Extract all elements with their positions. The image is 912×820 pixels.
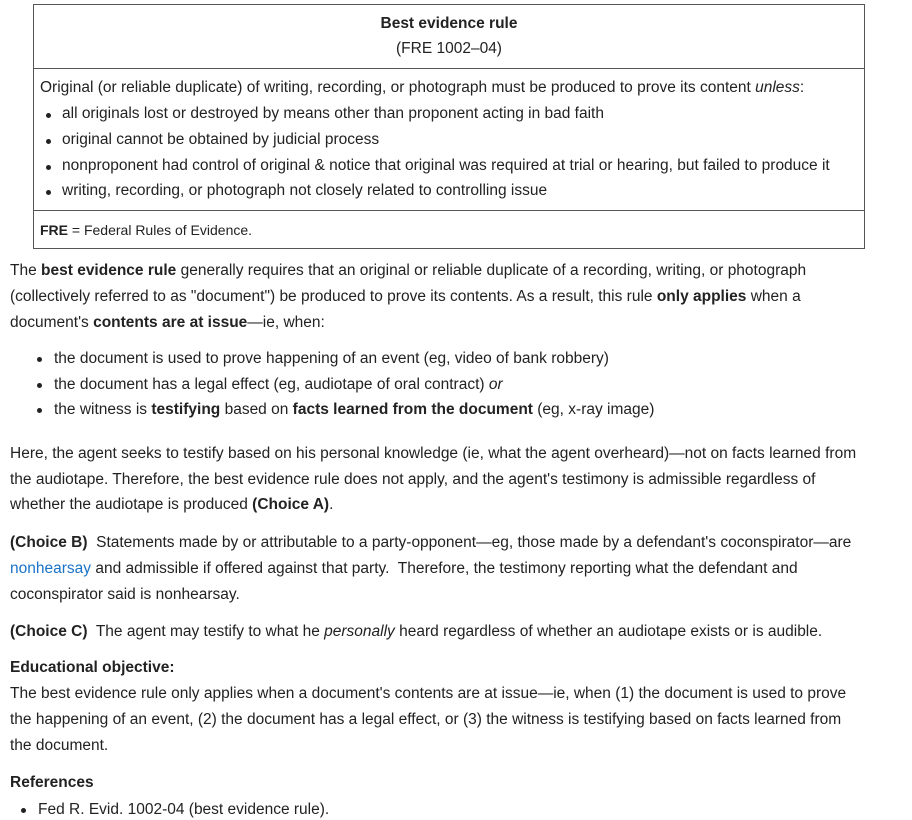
footnote-abbr: FRE <box>40 222 68 238</box>
summary-table: Best evidence rule (FRE 1002–04) Origina… <box>33 4 865 249</box>
bullet-icon <box>46 165 51 170</box>
choice-c-label: (Choice C) <box>10 623 88 640</box>
objective-heading: Educational objective: <box>10 659 175 676</box>
table-subtitle: (FRE 1002–04) <box>396 40 502 57</box>
table-body: Original (or reliable duplicate) of writ… <box>34 69 864 211</box>
references-heading: References <box>10 774 94 791</box>
table-item: original cannot be obtained by judicial … <box>62 131 380 148</box>
table-item: nonproponent had control of original & n… <box>62 157 830 174</box>
table-item: writing, recording, or photograph not cl… <box>62 182 548 199</box>
table-footnote: FRE = Federal Rules of Evidence. <box>34 211 864 248</box>
bullet-icon <box>37 383 42 388</box>
table-item: all originals lost or destroyed by means… <box>62 105 604 122</box>
bullet-icon <box>37 357 42 362</box>
bullet-icon <box>21 808 26 813</box>
table-title: Best evidence rule <box>380 15 518 32</box>
bullet-icon <box>46 113 51 118</box>
list-item: the document has a legal effect (eg, aud… <box>54 376 503 393</box>
bullet-icon <box>37 408 42 413</box>
table-lead: Original (or reliable duplicate) of writ… <box>40 79 805 96</box>
reference-item: Fed R. Evid. 1002-04 (best evidence rule… <box>38 801 330 818</box>
table-header: Best evidence rule (FRE 1002–04) <box>34 5 864 69</box>
nonhearsay-link[interactable]: nonhearsay <box>10 560 91 577</box>
choice-b-label: (Choice B) <box>10 534 88 551</box>
list-item: the witness is testifying based on facts… <box>54 401 655 418</box>
bullet-icon <box>46 139 51 144</box>
footnote-text: = Federal Rules of Evidence. <box>68 222 253 238</box>
list-item: the document is used to prove happening … <box>54 350 609 367</box>
bullet-icon <box>46 190 51 195</box>
